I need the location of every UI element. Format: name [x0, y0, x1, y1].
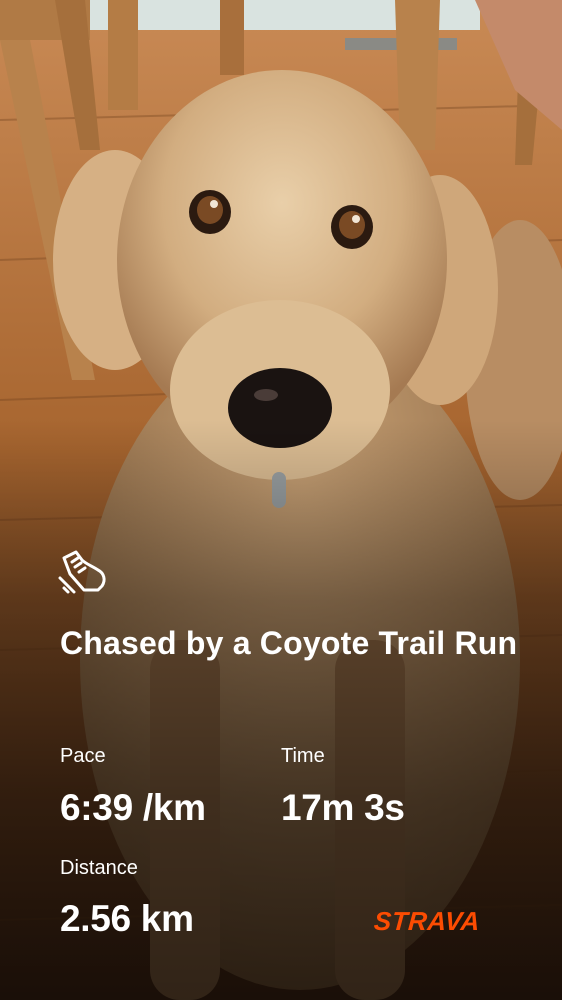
pace-value: 6:39 /km: [60, 787, 206, 828]
activity-share-card: Chased by a Coyote Trail Run Pace 6:39 /…: [0, 0, 562, 1000]
time-label: Time: [281, 745, 325, 767]
time-value: 17m 3s: [281, 787, 405, 828]
activity-title: Chased by a Coyote Trail Run: [60, 625, 518, 661]
bottom-gradient-overlay: [0, 0, 562, 1000]
distance-value: 2.56 km: [60, 898, 194, 939]
distance-label: Distance: [60, 857, 138, 879]
strava-logo: STRAVA: [372, 906, 482, 936]
pace-label: Pace: [60, 745, 106, 767]
running-shoe-icon: [58, 550, 106, 594]
